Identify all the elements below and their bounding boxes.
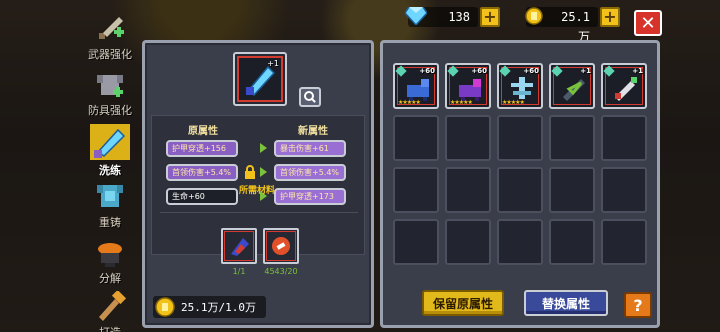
- reforge-stone-icon: [231, 238, 249, 256]
- item-level: +1: [580, 67, 591, 75]
- keep-original-button[interactable]: 保留原属性: [422, 290, 504, 316]
- nav-reforge[interactable]: 洗练: [82, 122, 138, 182]
- add-gems-button[interactable]: +: [480, 7, 500, 27]
- inventory-panel: +60 ★★★★★ +60 ★★★★★ +60 ★★★★★ +1 +1: [380, 40, 660, 328]
- old-attr-header: 原属性: [188, 126, 218, 137]
- inventory-slot[interactable]: [497, 115, 543, 161]
- item-stars: ★★★★★: [502, 99, 525, 106]
- inventory-slot[interactable]: +60 ★★★★★: [445, 63, 491, 109]
- inventory-slot[interactable]: [549, 115, 595, 161]
- new-attr: 首领伤害+5.4%: [274, 164, 346, 181]
- inventory-slot[interactable]: [549, 219, 595, 265]
- inspect-button[interactable]: [299, 87, 321, 107]
- reforge-panel: +1 原属性 新属性 护甲穿透+156 暴击伤害+61 首领伤害+5.4% 首领…: [142, 40, 374, 328]
- nav-craft[interactable]: 打造: [82, 288, 138, 332]
- item-level: +60: [523, 67, 539, 75]
- inventory-slot[interactable]: [601, 115, 647, 161]
- nav-label: 防具强化: [88, 104, 132, 117]
- close-button[interactable]: ✕: [634, 10, 662, 36]
- old-attr: 生命+60: [166, 188, 238, 205]
- inventory-slot[interactable]: [497, 219, 543, 265]
- lock-icon[interactable]: [242, 164, 258, 180]
- inventory-slot[interactable]: [393, 219, 439, 265]
- inventory-slot[interactable]: +60 ★★★★★: [497, 63, 543, 109]
- selected-item-slot[interactable]: +1: [233, 52, 287, 106]
- arrow-icon: [260, 143, 267, 153]
- item-level: +1: [632, 67, 643, 75]
- nav-label: 打造: [82, 324, 138, 332]
- inventory-slot[interactable]: [601, 167, 647, 213]
- reforge-cost: 25.1万/1.0万: [153, 295, 266, 319]
- item-level: +60: [419, 67, 435, 75]
- magnifier-icon: [304, 91, 316, 103]
- item-stars: ★★★★★: [450, 99, 473, 106]
- sidebar-nav: 武器强化 防具强化 洗练 重铸 分解 打造: [82, 10, 138, 332]
- inventory-slot[interactable]: +1: [549, 63, 595, 109]
- diamond-icon: [404, 5, 428, 27]
- inventory-slot[interactable]: [393, 167, 439, 213]
- recast-armor-icon: [90, 178, 130, 214]
- nav-dismantle[interactable]: 分解: [82, 234, 138, 294]
- nav-label: 洗练: [99, 164, 121, 177]
- attr-row: 护甲穿透+156 暴击伤害+61: [152, 140, 366, 158]
- nav-label: 武器强化: [88, 48, 132, 61]
- armor-icon: [90, 66, 130, 102]
- crystal-sword-icon: [86, 122, 134, 162]
- syringe-icon: [615, 77, 637, 101]
- divider: [160, 212, 358, 213]
- inventory-slot[interactable]: [393, 115, 439, 161]
- nav-label: 重铸: [99, 216, 121, 229]
- old-attr: 护甲穿透+156: [166, 140, 238, 157]
- hammer-icon: [90, 288, 130, 324]
- sword-icon: [90, 10, 130, 46]
- inventory-slot[interactable]: +60 ★★★★★: [393, 63, 439, 109]
- crystal-sword-icon: [563, 79, 585, 101]
- material-count: 1/1: [232, 267, 246, 276]
- item-stars: ★★★★★: [398, 99, 421, 106]
- gold-counter: 25.1万 +: [525, 6, 620, 44]
- inventory-slot[interactable]: [601, 219, 647, 265]
- attr-row: 首领伤害+5.4% 首领伤害+5.4%: [152, 164, 366, 182]
- material-count: 4543/20: [264, 267, 298, 276]
- red-orb-icon: [272, 237, 290, 255]
- material-slot[interactable]: [221, 228, 257, 264]
- gold-coin-icon: [153, 295, 177, 319]
- nav-armor-upgrade[interactable]: 防具强化: [82, 66, 138, 126]
- help-button[interactable]: ?: [624, 292, 652, 318]
- new-attr: 护甲穿透+173: [274, 188, 346, 205]
- skeleton-icon: [511, 77, 533, 99]
- gem-counter: 138 +: [405, 6, 500, 28]
- add-gold-button[interactable]: +: [600, 7, 620, 27]
- nav-weapon-upgrade[interactable]: 武器强化: [82, 10, 138, 70]
- inventory-slot[interactable]: [497, 167, 543, 213]
- item-level: +60: [471, 67, 487, 75]
- replace-attributes-button[interactable]: 替换属性: [524, 290, 608, 316]
- gold-coin-icon: [522, 5, 546, 27]
- inventory-slot[interactable]: [445, 167, 491, 213]
- new-attr-header: 新属性: [298, 126, 328, 137]
- inventory-slot[interactable]: [549, 167, 595, 213]
- purple-beast-icon: [459, 79, 481, 101]
- old-attr: 首领伤害+5.4%: [166, 164, 238, 181]
- material-slot[interactable]: [263, 228, 299, 264]
- nav-label: 分解: [99, 272, 121, 285]
- anvil-icon: [90, 234, 130, 270]
- inventory-slot[interactable]: [445, 219, 491, 265]
- materials-label: 所需材料: [239, 186, 276, 196]
- arrow-icon: [260, 167, 267, 177]
- inventory-slot[interactable]: [445, 115, 491, 161]
- inventory-slot[interactable]: +1: [601, 63, 647, 109]
- new-attr: 暴击伤害+61: [274, 140, 346, 157]
- blue-beast-icon: [407, 79, 429, 101]
- item-level: +1: [267, 59, 279, 68]
- nav-recast[interactable]: 重铸: [82, 178, 138, 238]
